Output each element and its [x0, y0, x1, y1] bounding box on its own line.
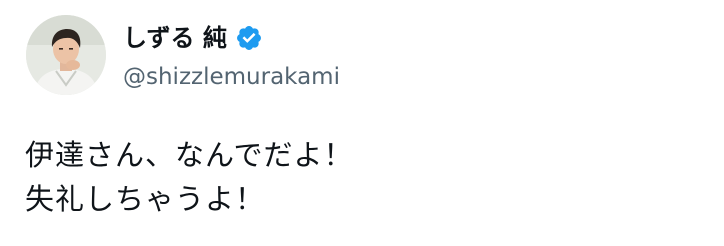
- avatar[interactable]: [26, 15, 106, 95]
- author-name-row: しずる 純: [123, 20, 263, 56]
- verified-badge-icon: [235, 24, 263, 52]
- tweet-text: 伊達さん、なんでだよ！ 失礼しちゃうよ！: [25, 133, 705, 221]
- tweet-text-line: 失礼しちゃうよ！: [25, 182, 266, 216]
- user-handle[interactable]: @shizzlemurakami: [123, 62, 340, 92]
- display-name[interactable]: しずる 純: [123, 22, 227, 54]
- tweet-card: しずる 純 @shizzlemurakami 伊達さん、なんでだよ！ 失礼しちゃ…: [0, 0, 724, 246]
- profile-photo-icon: [26, 15, 106, 95]
- tweet-text-line: 伊達さん、なんでだよ！: [25, 138, 354, 172]
